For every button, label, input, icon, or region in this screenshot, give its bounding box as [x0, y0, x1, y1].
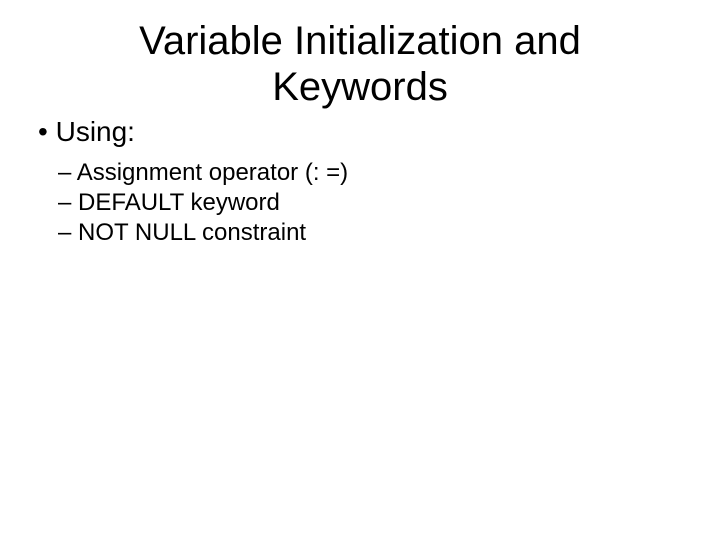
- slide-title: Variable Initialization and Keywords: [90, 18, 630, 110]
- bullet-assignment-operator: Assignment operator (: =): [58, 158, 690, 188]
- slide-container: Variable Initialization and Keywords Usi…: [0, 0, 720, 540]
- bullet-not-null-constraint: NOT NULL constraint: [58, 218, 690, 248]
- bullet-using: Using:: [38, 116, 690, 148]
- bullet-default-keyword: DEFAULT keyword: [58, 188, 690, 218]
